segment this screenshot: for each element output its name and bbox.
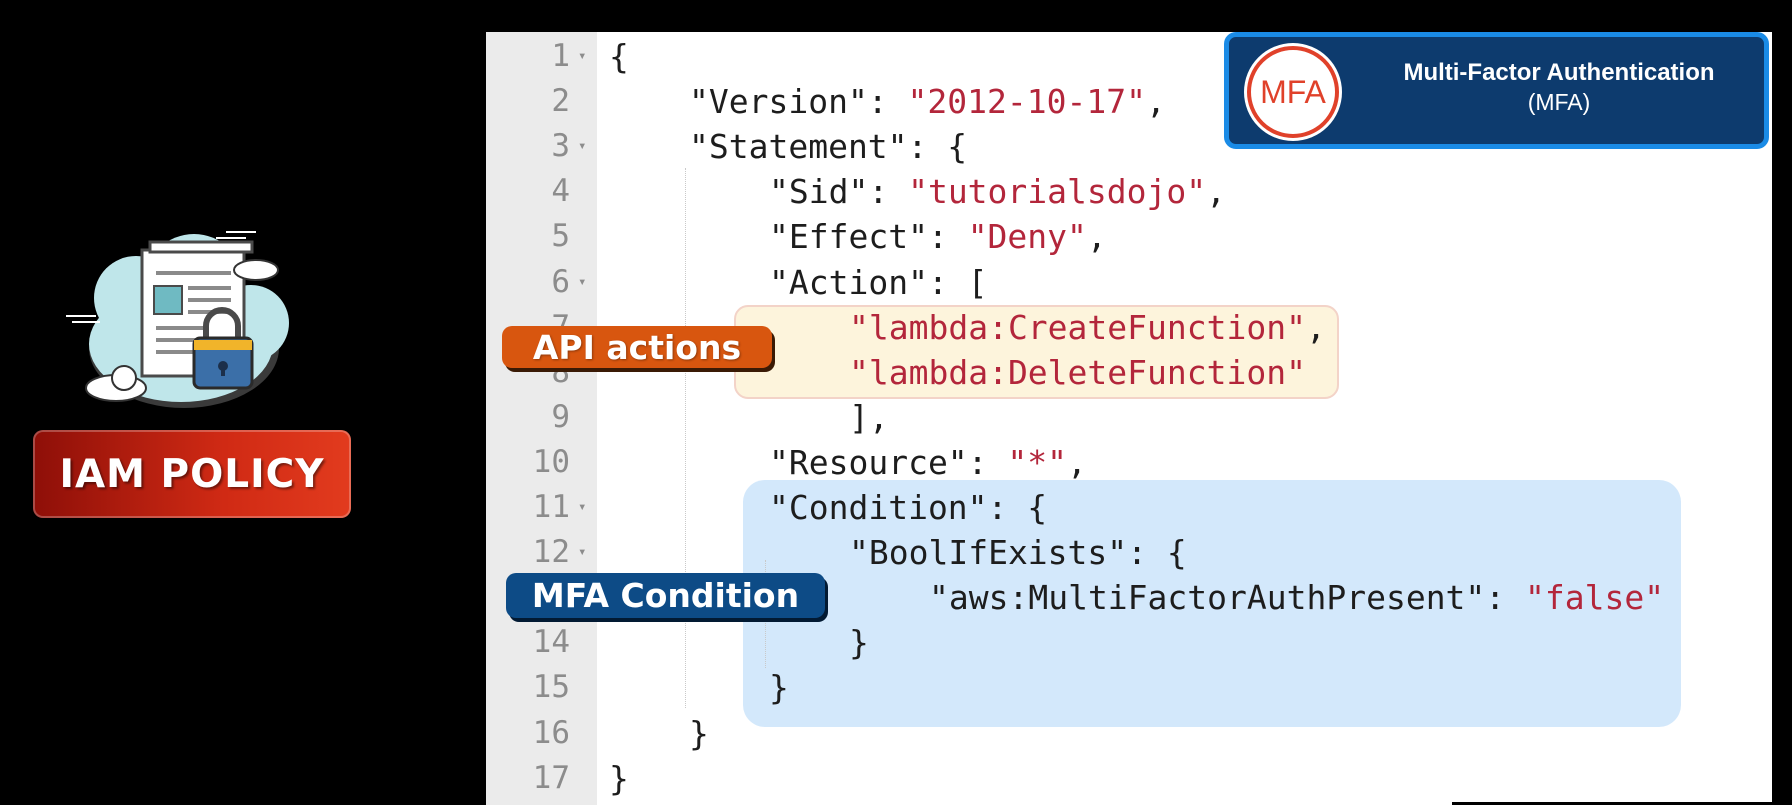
code-line[interactable]: 11 ▾ "Condition": { bbox=[486, 485, 1772, 530]
code-token: "BoolIfExists": { bbox=[849, 533, 1187, 573]
code-line[interactable]: 16} bbox=[486, 711, 1772, 756]
code-line[interactable]: 14} bbox=[486, 620, 1772, 665]
line-number: 2 bbox=[551, 83, 570, 120]
code-token: } bbox=[689, 713, 709, 753]
line-number: 1 bbox=[551, 38, 570, 74]
punctuation-token: , bbox=[1206, 172, 1226, 212]
code-line[interactable]: 12 ▾ "BoolIfExists": { bbox=[486, 530, 1772, 575]
punctuation-token: , bbox=[1145, 82, 1166, 122]
code-text: "Version": "2012-10-17", bbox=[689, 79, 1166, 124]
code-token: "Statement": { bbox=[689, 127, 968, 167]
code-token: } bbox=[769, 668, 789, 708]
code-text: "lambda:DeleteFunction" bbox=[849, 350, 1306, 395]
code-text: "aws:MultiFactorAuthPresent": "false" bbox=[929, 575, 1664, 620]
code-text: "Condition": { bbox=[769, 485, 1047, 530]
code-token: "Sid": bbox=[769, 172, 909, 212]
code-text: "Resource": "*", bbox=[769, 440, 1087, 485]
line-number: 5 bbox=[551, 218, 570, 255]
line-number: 15 bbox=[532, 669, 570, 706]
punctuation-token: , bbox=[1067, 442, 1087, 482]
code-line[interactable]: 5 "Effect": "Deny", bbox=[486, 214, 1772, 259]
code-text: "Action": [ bbox=[769, 260, 988, 305]
code-line[interactable]: 9], bbox=[486, 395, 1772, 440]
code-token: "Condition": { bbox=[769, 488, 1048, 527]
code-text: ], bbox=[849, 395, 889, 440]
line-number: 4 bbox=[551, 173, 570, 210]
punctuation-token: , bbox=[1305, 307, 1326, 347]
code-line[interactable]: 4 "Sid": "tutorialsdojo", bbox=[486, 169, 1772, 214]
code-text: "Effect": "Deny", bbox=[769, 214, 1107, 259]
api-actions-callout: API actions bbox=[502, 326, 772, 368]
mfa-info-card: MFA Multi-Factor Authentication (MFA) bbox=[1224, 32, 1769, 149]
line-number: 9 bbox=[551, 398, 570, 435]
code-text: "BoolIfExists": { bbox=[849, 530, 1187, 575]
code-text: } bbox=[609, 756, 629, 801]
string-token: "tutorialsdojo" bbox=[908, 172, 1207, 212]
line-number: 11 bbox=[532, 489, 570, 525]
code-text: "Statement": { bbox=[689, 124, 967, 169]
code-token: } bbox=[609, 758, 629, 798]
string-token: "false" bbox=[1525, 578, 1665, 618]
mfa-subtitle: (MFA) bbox=[1527, 89, 1591, 115]
indent-guide bbox=[685, 168, 686, 708]
line-number: 16 bbox=[532, 714, 570, 751]
code-token: "aws:MultiFactorAuthPresent": bbox=[929, 578, 1526, 618]
iam-policy-badge: IAM POLICY bbox=[33, 430, 351, 518]
code-token: } bbox=[849, 623, 869, 663]
line-number: 14 bbox=[532, 624, 570, 661]
code-text: } bbox=[769, 665, 789, 710]
line-number: 10 bbox=[532, 443, 570, 480]
line-number: 17 bbox=[532, 759, 570, 796]
code-text: } bbox=[689, 711, 709, 756]
code-text: } bbox=[849, 620, 869, 665]
line-number: 12 bbox=[532, 534, 570, 571]
code-line[interactable]: 15} bbox=[486, 665, 1772, 710]
code-token: { bbox=[609, 37, 629, 76]
mfa-title: Multi-Factor Authentication bbox=[1403, 59, 1715, 86]
code-text: "Sid": "tutorialsdojo", bbox=[769, 169, 1226, 214]
fold-arrow-icon[interactable]: ▾ bbox=[578, 124, 586, 169]
code-token: "Version": bbox=[689, 82, 908, 122]
punctuation-token: , bbox=[1086, 217, 1107, 257]
mfa-icon: MFA bbox=[1247, 46, 1339, 138]
code-text: "lambda:CreateFunction", bbox=[849, 305, 1326, 350]
line-number: 3 bbox=[551, 128, 570, 165]
code-line[interactable]: 10 "Resource": "*", bbox=[486, 440, 1772, 485]
string-token: "2012-10-17" bbox=[907, 82, 1146, 122]
code-token: "Resource": bbox=[769, 442, 1008, 482]
code-line[interactable]: 17} bbox=[486, 756, 1772, 801]
fold-arrow-icon[interactable]: ▾ bbox=[578, 260, 586, 305]
code-token: ], bbox=[849, 397, 889, 437]
code-token: "Effect": bbox=[769, 217, 968, 257]
string-token: "lambda:CreateFunction" bbox=[849, 307, 1306, 347]
fold-arrow-icon[interactable]: ▾ bbox=[578, 34, 586, 79]
mfa-condition-callout: MFA Condition bbox=[506, 573, 825, 618]
code-token: "Action": [ bbox=[769, 262, 988, 302]
string-token: "lambda:DeleteFunction" bbox=[849, 352, 1306, 392]
string-token: "Deny" bbox=[967, 217, 1087, 257]
iam-policy-icon bbox=[66, 231, 289, 408]
fold-arrow-icon[interactable]: ▾ bbox=[578, 485, 586, 530]
fold-arrow-icon[interactable]: ▾ bbox=[578, 530, 586, 575]
code-line[interactable]: 6 ▾ "Action": [ bbox=[486, 260, 1772, 305]
line-number: 6 bbox=[551, 263, 570, 300]
string-token: "*" bbox=[1007, 442, 1068, 482]
code-text: { bbox=[609, 34, 629, 79]
